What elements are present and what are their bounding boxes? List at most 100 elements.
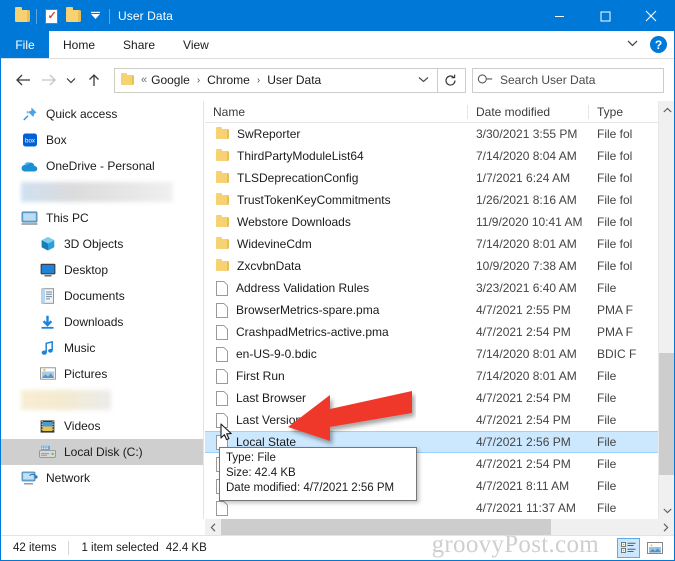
table-row[interactable]: ThirdPartyModuleList64 7/14/2020 8:04 AM F…	[205, 145, 674, 167]
breadcrumb-item-google[interactable]: Google	[149, 73, 192, 87]
table-row[interactable]: SwReporter 3/30/2021 3:55 PM File fol	[205, 123, 674, 145]
large-icons-view-button[interactable]	[643, 538, 666, 558]
sidebar-item-music[interactable]: Music	[1, 335, 203, 361]
breadcrumb-separator-1[interactable]: ›	[192, 75, 205, 86]
column-header-date-modified[interactable]: Date modified	[468, 104, 589, 119]
sidebar-item-documents[interactable]: Documents	[1, 283, 203, 309]
horizontal-scrollbar-track[interactable]	[221, 519, 658, 535]
sidebar-item-label: Desktop	[64, 263, 109, 277]
scroll-right-arrow-icon[interactable]	[658, 519, 674, 535]
folder-icon	[216, 237, 229, 249]
table-row[interactable]: ZxcvbnData 10/9/2020 7:38 AM File fol	[205, 255, 674, 277]
new-folder-icon[interactable]	[62, 5, 84, 27]
tooltip-date-modified: Date modified: 4/7/2021 2:56 PM	[226, 482, 395, 494]
column-header-name[interactable]: Name	[205, 104, 468, 119]
sidebar-item-quick-access[interactable]: Quick access	[1, 101, 203, 127]
horizontal-scrollbar-thumb[interactable]	[221, 519, 551, 535]
forward-button[interactable]	[36, 66, 61, 94]
breadcrumb[interactable]: « Google › Chrome › User Data	[114, 67, 466, 93]
table-row[interactable]: BrowserMetrics-spare.pma 4/7/2021 2:55 PM…	[205, 299, 674, 321]
folder-icon	[216, 259, 229, 271]
minimize-button[interactable]	[536, 1, 582, 31]
breadcrumb-chevron-down-icon[interactable]	[410, 75, 437, 86]
table-row[interactable]: en-US-9-0.bdic 7/14/2020 8:01 AM BDIC F	[205, 343, 674, 365]
table-row[interactable]: WidevineCdm 7/14/2020 8:01 AM File fol	[205, 233, 674, 255]
folder-icon[interactable]	[11, 5, 33, 27]
details-view-button[interactable]	[617, 538, 640, 558]
breadcrumb-item-chrome[interactable]: Chrome	[205, 73, 252, 87]
onedrive-cloud-icon	[21, 158, 38, 174]
vertical-scrollbar[interactable]	[658, 101, 674, 519]
customize-chevron-down-icon[interactable]	[84, 5, 106, 27]
sidebar-item-desktop[interactable]: Desktop	[1, 257, 203, 283]
file-name-label: TrustTokenKeyCommitments	[237, 193, 391, 207]
column-header-type[interactable]: Type	[589, 105, 659, 119]
scroll-down-arrow-icon[interactable]	[659, 502, 674, 519]
file-name-cell: WidevineCdm	[205, 237, 468, 251]
scroll-left-arrow-icon[interactable]	[205, 519, 221, 535]
tab-home[interactable]: Home	[49, 31, 109, 58]
quick-access-toolbar: ✓ User Data	[1, 5, 173, 27]
file-name-cell: TLSDeprecationConfig	[205, 171, 468, 185]
recent-locations-chevron-down-icon[interactable]	[61, 66, 81, 94]
sidebar-item-label: Documents	[64, 289, 125, 303]
tab-share[interactable]: Share	[109, 31, 169, 58]
tab-view[interactable]: View	[169, 31, 223, 58]
file-date-cell: 4/7/2021 2:54 PM	[476, 457, 571, 471]
table-row[interactable]: TLSDeprecationConfig 1/7/2021 6:24 AM File…	[205, 167, 674, 189]
search-box[interactable]: Search User Data	[472, 67, 664, 93]
maximize-button[interactable]	[582, 1, 628, 31]
help-icon[interactable]: ?	[650, 36, 667, 53]
table-row[interactable]: Last Version 4/7/2021 2:54 PM File	[205, 409, 674, 431]
sidebar-item-downloads[interactable]: Downloads	[1, 309, 203, 335]
scrollbar-thumb[interactable]	[659, 353, 674, 475]
close-button[interactable]	[628, 1, 674, 31]
up-button[interactable]	[81, 66, 106, 94]
collapse-ribbon-chevron-down-icon[interactable]	[621, 39, 644, 50]
file-name-cell: BrowserMetrics-spare.pma	[205, 302, 468, 318]
back-button[interactable]	[11, 66, 36, 94]
file-name-cell: First Run	[205, 368, 468, 384]
file-date-cell: 3/30/2021 3:55 PM	[476, 127, 578, 141]
tab-file[interactable]: File	[1, 31, 49, 58]
search-input[interactable]: Search User Data	[500, 73, 595, 87]
sidebar-item-this-pc[interactable]: This PC	[1, 205, 203, 231]
properties-icon[interactable]: ✓	[40, 5, 62, 27]
navigation-pane[interactable]: Quick access box Box OneDrive - Personal Thi…	[1, 101, 204, 519]
breadcrumb-item-user-data[interactable]: User Data	[265, 73, 323, 87]
breadcrumb-separator-2[interactable]: ›	[252, 75, 265, 86]
red-arrow-annotation-icon	[286, 389, 416, 454]
sidebar-item-pictures[interactable]: Pictures	[1, 361, 203, 387]
file-icon	[216, 368, 228, 384]
table-row[interactable]: TrustTokenKeyCommitments 1/26/2021 8:16 A…	[205, 189, 674, 211]
sidebar-item-onedrive-personal[interactable]: OneDrive - Personal	[1, 153, 203, 179]
folder-icon	[216, 171, 229, 183]
scroll-up-arrow-icon[interactable]	[659, 101, 674, 118]
sidebar-item-3d-objects[interactable]: 3D Objects	[1, 231, 203, 257]
sidebar-item-label: OneDrive - Personal	[46, 159, 155, 173]
sidebar-item-box[interactable]: box Box	[1, 127, 203, 153]
table-row[interactable]: First Run 7/14/2020 8:01 AM File	[205, 365, 674, 387]
table-row[interactable]: CrashpadMetrics-active.pma 4/7/2021 2:54 …	[205, 321, 674, 343]
sidebar-item-network[interactable]: Network	[1, 465, 203, 491]
table-row[interactable]: Address Validation Rules 3/23/2021 6:40 A…	[205, 277, 674, 299]
file-date-cell: 4/7/2021 11:37 AM	[476, 501, 576, 515]
horizontal-scrollbar[interactable]	[205, 519, 674, 535]
window-title: User Data	[118, 9, 173, 23]
title-bar: ✓ User Data	[1, 1, 674, 31]
this-pc-icon	[21, 210, 38, 226]
table-row[interactable]: Webstore Downloads 11/9/2020 10:41 AM File…	[205, 211, 674, 233]
sidebar-item-videos[interactable]: Videos	[1, 413, 203, 439]
refresh-icon[interactable]	[437, 68, 463, 92]
sidebar-item-label: 3D Objects	[64, 237, 124, 251]
file-name-label: ThirdPartyModuleList64	[237, 149, 364, 163]
file-name-label: WidevineCdm	[237, 237, 312, 251]
sidebar-item-local-disk-c[interactable]: Local Disk (C:)	[1, 439, 203, 465]
breadcrumb-overflow[interactable]: «	[139, 74, 149, 86]
sidebar-item-label: Box	[46, 133, 67, 147]
svg-text:box: box	[25, 138, 36, 145]
local-disk-icon	[39, 444, 56, 460]
table-row[interactable]: Last Browser 4/7/2021 2:54 PM File	[205, 387, 674, 409]
file-name-label: ZxcvbnData	[237, 259, 302, 273]
sidebar-item-label: Downloads	[64, 315, 124, 329]
